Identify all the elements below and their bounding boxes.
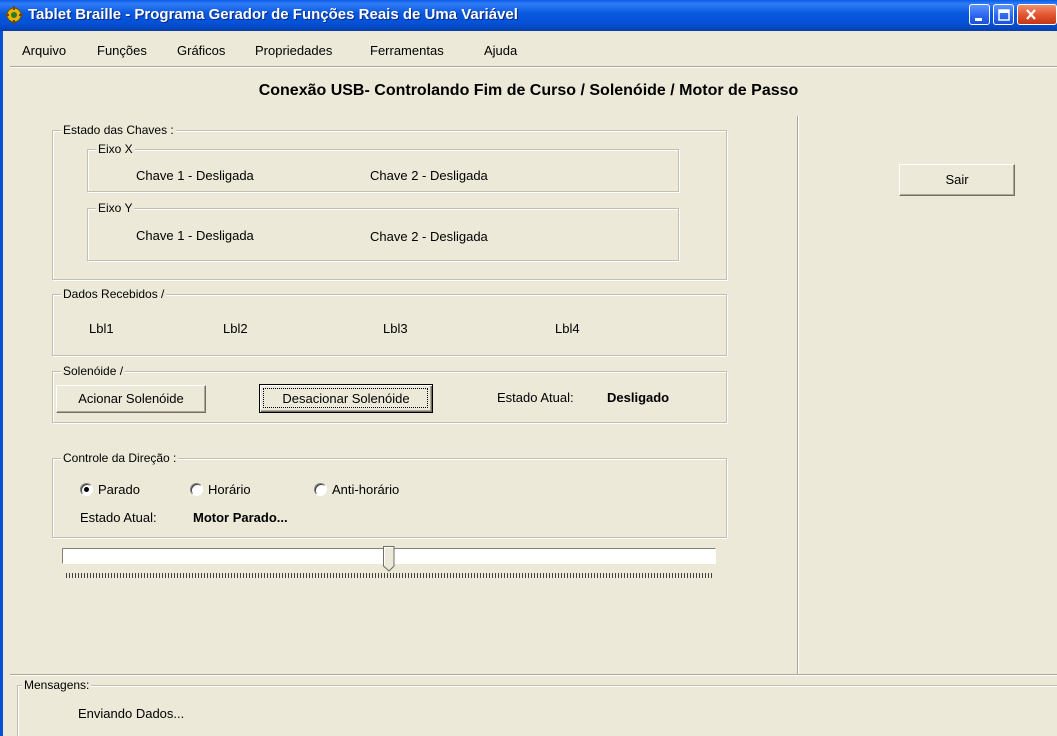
menu-separator [10,66,1057,68]
dados-recebidos-label: Dados Recebidos / [61,287,167,301]
bottom-divider [10,674,1057,676]
minimize-icon [975,18,982,21]
eixo-y-frame: Eixo Y Chave 1 - Desligada Chave 2 - Des… [87,201,679,261]
menu-bar: Arquivo Funções Gráficos Propriedades Fe… [0,43,1057,63]
panel-divider [797,116,799,674]
desacionar-solenoide-button[interactable]: Desacionar Solenóide [259,384,433,413]
eixo-y-chave2: Chave 2 - Desligada [370,229,488,244]
estado-chaves-label: Estado das Chaves : [61,123,176,137]
solenoide-label: Solenóide / [61,364,126,378]
title-bar[interactable]: Tablet Braille - Programa Gerador de Fun… [0,0,1057,31]
page-heading: Conexão USB- Controlando Fim de Curso / … [258,82,799,99]
radio-horario-indicator[interactable] [190,483,203,496]
radio-parado-indicator[interactable] [80,483,93,496]
solenoide-estado-value: Desligado [607,390,670,405]
direcao-frame: Controle da Direção : [52,451,727,538]
minimize-button[interactable] [969,4,990,25]
eixo-x-chave2: Chave 2 - Desligada [370,168,488,183]
menu-graficos[interactable]: Gráficos [177,43,225,58]
radio-horario[interactable]: Horário [190,482,290,498]
menu-arquivo[interactable]: Arquivo [22,43,66,58]
menu-propriedades[interactable]: Propriedades [255,43,332,58]
window-left-border [0,31,3,736]
slider-thumb[interactable] [383,546,395,572]
radio-anti-horario-label: Anti-horário [332,482,400,497]
solenoide-estado-label: Estado Atual: [497,390,574,405]
focus-rectangle [263,388,428,408]
mensagens-frame: Mensagens: Enviando Dados... [17,678,1057,736]
sair-button[interactable]: Sair [899,164,1015,196]
direcao-estado-value: Motor Parado... [193,510,288,525]
dados-recebidos-frame: Dados Recebidos / Lbl1 Lbl2 Lbl3 Lbl4 [52,287,727,356]
menu-funcoes[interactable]: Funções [97,43,147,58]
close-button[interactable] [1017,4,1057,25]
eixo-y-chave1: Chave 1 - Desligada [136,228,254,243]
radio-parado-label: Parado [98,482,140,497]
maximize-icon [998,9,1010,21]
radio-anti-horario[interactable]: Anti-horário [314,482,434,498]
direcao-estado-label: Estado Atual: [80,510,157,525]
dados-lbl2: Lbl2 [223,321,248,336]
menu-ajuda[interactable]: Ajuda [484,43,517,58]
window-title: Tablet Braille - Programa Gerador de Fun… [28,6,518,23]
estado-chaves-frame: Estado das Chaves : Eixo X Chave 1 - Des… [52,123,727,280]
acionar-solenoide-button[interactable]: Acionar Solenóide [56,385,206,413]
slider-ticks [66,573,712,578]
eixo-x-label: Eixo X [96,142,135,156]
eixo-x-chave1: Chave 1 - Desligada [136,168,254,183]
direcao-label: Controle da Direção : [61,451,179,465]
mensagens-label: Mensagens: [22,678,92,692]
eixo-x-frame: Eixo X Chave 1 - Desligada Chave 2 - Des… [87,142,679,192]
radio-parado[interactable]: Parado [80,482,160,498]
menu-ferramentas[interactable]: Ferramentas [370,43,444,58]
main-window: Tablet Braille - Programa Gerador de Fun… [0,0,1057,736]
radio-horario-label: Horário [208,482,251,497]
dados-lbl3: Lbl3 [383,321,408,336]
dados-lbl1: Lbl1 [89,321,114,336]
close-icon [1026,9,1036,20]
maximize-button[interactable] [993,4,1014,25]
app-gear-icon[interactable] [5,6,23,24]
mensagens-text: Enviando Dados... [78,706,185,721]
eixo-y-label: Eixo Y [96,201,135,215]
dados-lbl4: Lbl4 [555,321,580,336]
radio-anti-horario-indicator[interactable] [314,483,327,496]
